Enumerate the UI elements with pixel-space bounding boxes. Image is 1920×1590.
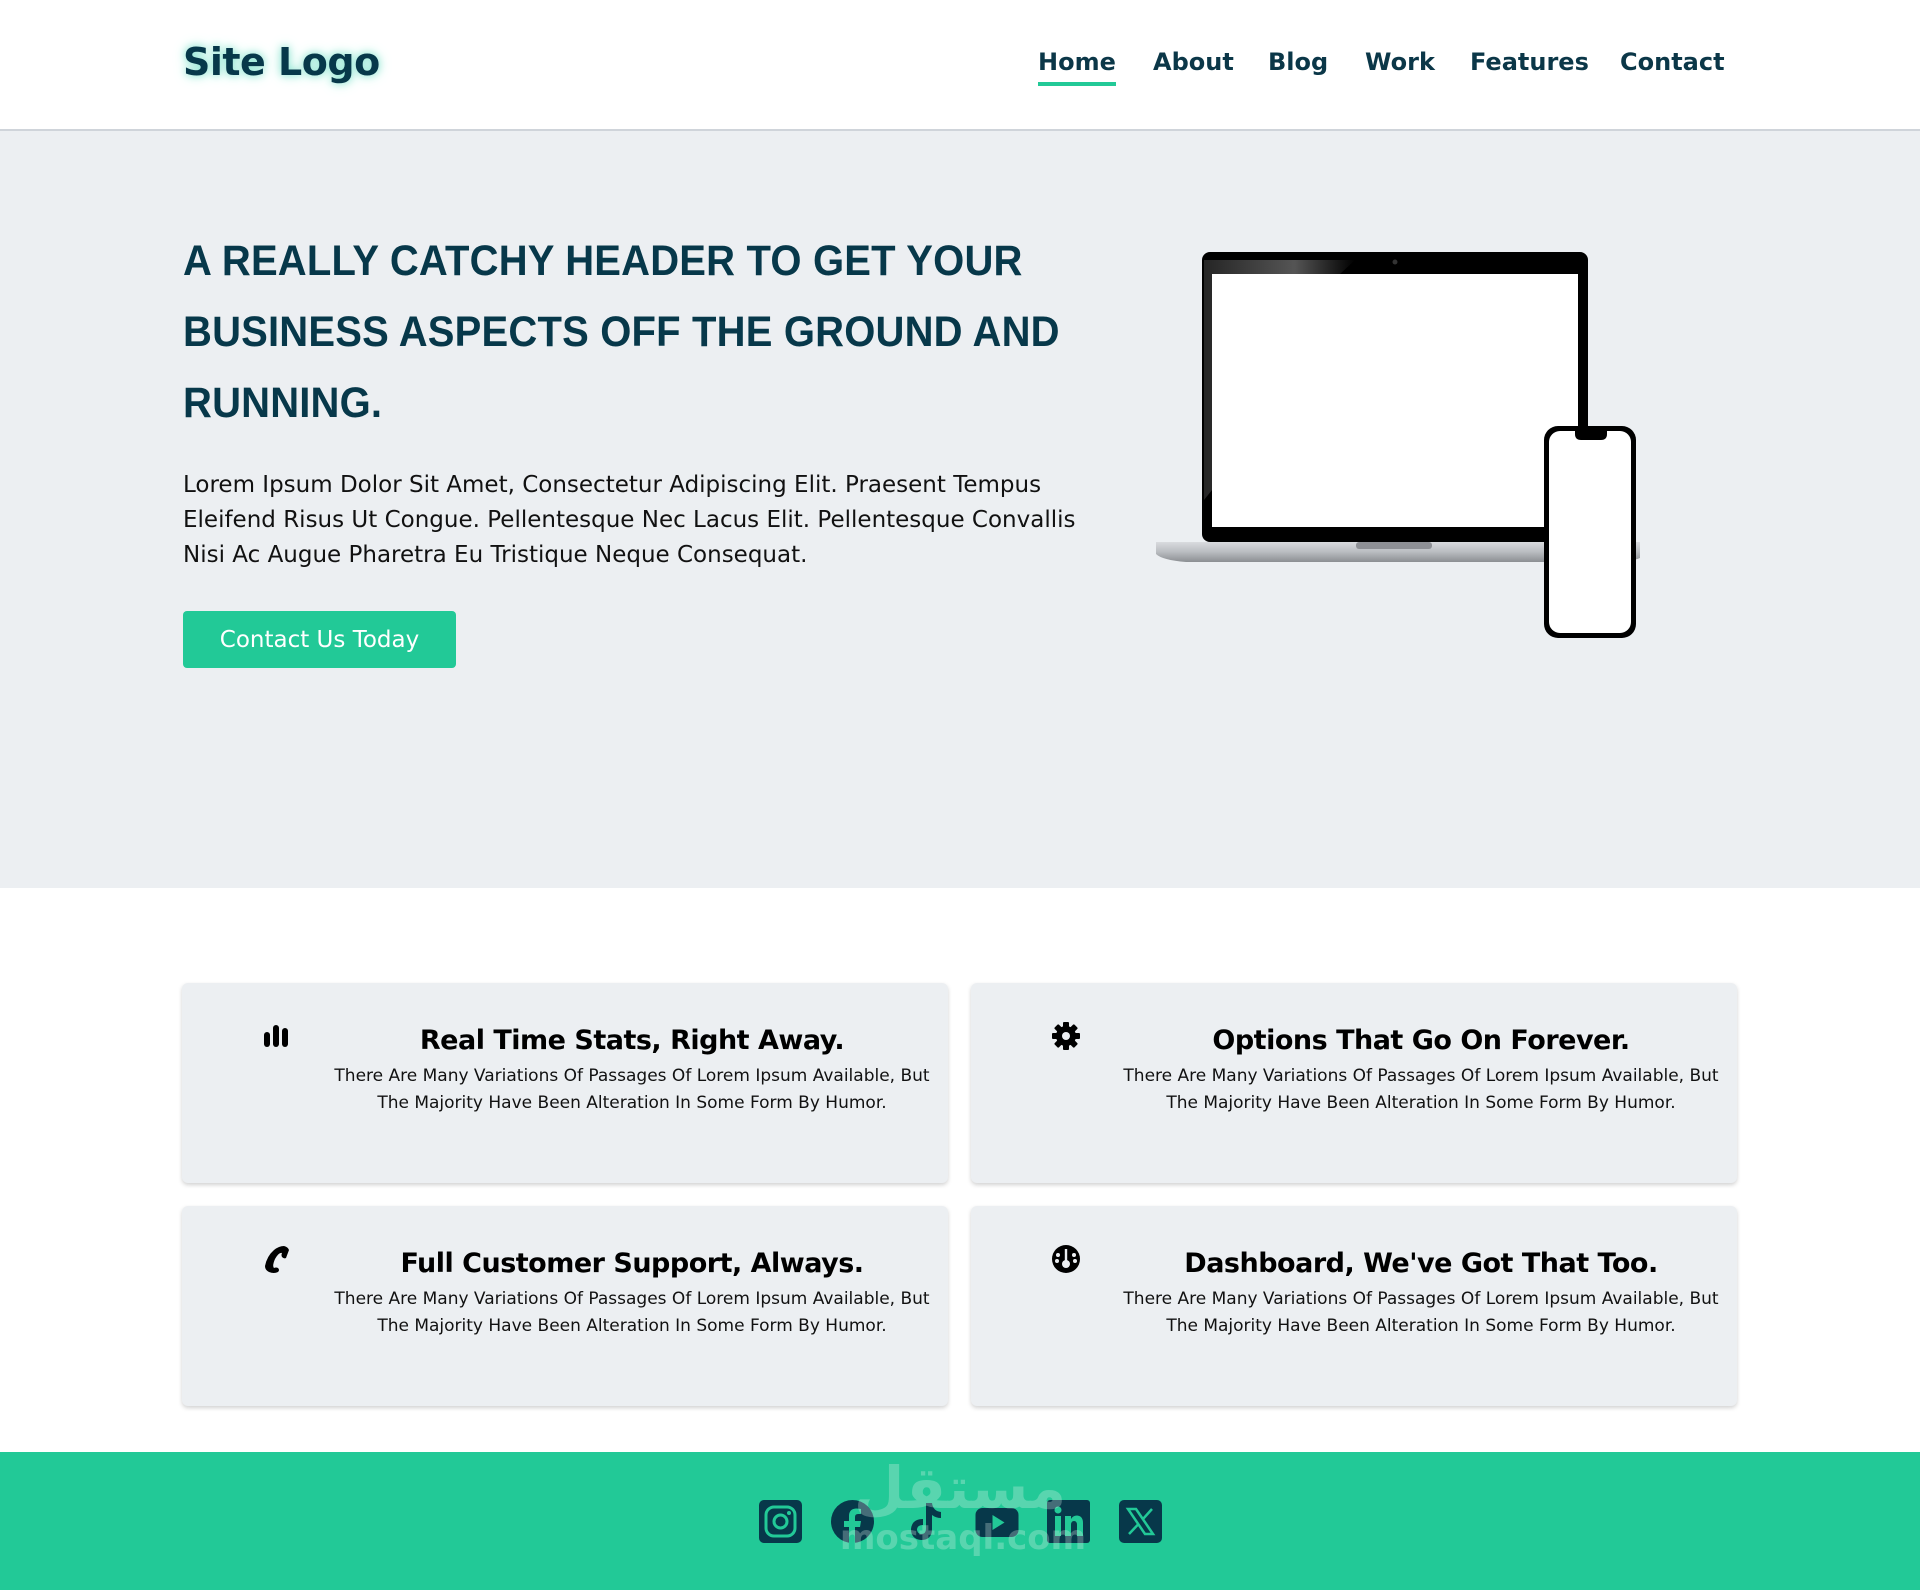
feature-text: There Are Many Variations Of Passages Of… (334, 1066, 930, 1113)
devices-illustration (1156, 252, 1640, 638)
bar-chart-icon (264, 1025, 288, 1047)
feature-text: There Are Many Variations Of Passages Of… (1123, 1066, 1719, 1113)
hero-text: Lorem Ipsum Dolor Sit Amet, Consectetur … (183, 472, 1076, 568)
youtube-icon (975, 1508, 1018, 1537)
site-footer: مستقل mostaql.com (0, 1452, 1920, 1590)
feature-title: Real Time Stats, Right Away. (419, 1025, 845, 1056)
site-header: Site Logo Home About Blog Work Features … (0, 0, 1920, 131)
hero-title: A Really Catchy Header To Get Your Busin… (183, 237, 1060, 427)
x-icon (1118, 1500, 1162, 1543)
nav-features[interactable]: Features (1470, 48, 1589, 76)
feature-card: Options That Go On Forever. There Are Ma… (971, 983, 1737, 1183)
feature-title: Dashboard, We've Got That Too. (1184, 1248, 1658, 1279)
linkedin-icon (1046, 1500, 1090, 1543)
youtube-link[interactable] (975, 1500, 1018, 1543)
nav-work[interactable]: Work (1365, 48, 1435, 76)
nav-about[interactable]: About (1153, 48, 1234, 76)
feature-title: Full Customer Support, Always. (400, 1248, 864, 1279)
feature-card: Real Time Stats, Right Away. There Are M… (182, 983, 948, 1183)
linkedin-link[interactable] (1046, 1500, 1090, 1543)
feature-card: Dashboard, We've Got That Too. There Are… (971, 1206, 1737, 1406)
feature-text: There Are Many Variations Of Passages Of… (334, 1289, 930, 1336)
nav-contact[interactable]: Contact (1620, 48, 1725, 76)
facebook-link[interactable] (830, 1500, 874, 1543)
phone-handset-icon (265, 1246, 289, 1273)
nav-home[interactable]: Home (1038, 48, 1116, 86)
nav-blog[interactable]: Blog (1268, 48, 1328, 76)
feature-card: Full Customer Support, Always. There Are… (182, 1206, 948, 1406)
facebook-icon (830, 1500, 874, 1543)
contact-us-button[interactable]: Contact Us Today (183, 611, 456, 668)
instagram-link[interactable] (758, 1500, 802, 1543)
x-link[interactable] (1118, 1500, 1162, 1543)
phone-icon (1544, 426, 1636, 638)
dashboard-gauge-icon (1052, 1245, 1080, 1273)
tiktok-link[interactable] (903, 1500, 946, 1543)
feature-text: There Are Many Variations Of Passages Of… (1123, 1289, 1719, 1336)
gear-icon (1052, 1022, 1080, 1050)
instagram-icon (758, 1500, 802, 1543)
tiktok-icon (910, 1503, 941, 1540)
social-links (0, 1500, 1920, 1543)
site-logo[interactable]: Site Logo (183, 40, 380, 84)
feature-title: Options That Go On Forever. (1212, 1025, 1630, 1056)
